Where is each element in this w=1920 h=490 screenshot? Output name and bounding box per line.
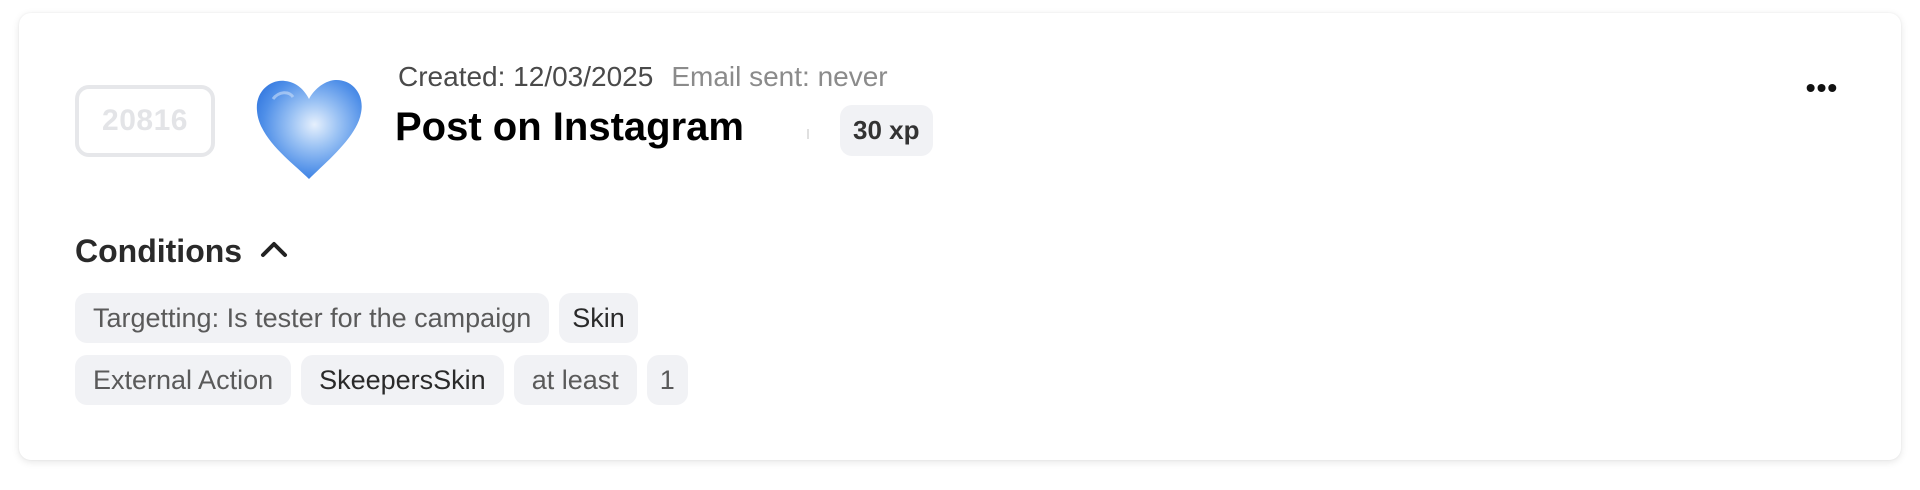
condition-chip-targetting: Targetting: Is tester for the campaign	[75, 293, 550, 343]
condition-chip-external-action: External Action	[75, 355, 292, 405]
conditions-toggle[interactable]: Conditions	[75, 233, 288, 270]
conditions-title: Conditions	[75, 233, 243, 269]
reward-title: Post on Instagram	[395, 105, 744, 149]
created-date: Created: 12/03/2025	[398, 61, 654, 92]
reward-meta-row: Created: 12/03/2025 Email sent: never	[398, 61, 888, 93]
condition-chip-skin: Skin	[559, 293, 638, 343]
condition-chip-count: 1	[646, 355, 688, 405]
condition-row: Targetting: Is tester for the campaign S…	[75, 293, 638, 343]
condition-row: External Action SkeepersSkin at least 1	[75, 355, 688, 405]
reward-id-badge: 20816	[75, 85, 215, 157]
chevron-up-icon	[260, 240, 288, 263]
more-options-button[interactable]: •••	[1794, 72, 1850, 103]
blue-heart-icon	[253, 77, 365, 185]
condition-chip-at-least: at least	[513, 355, 637, 405]
xp-badge: 30 xp	[840, 105, 933, 156]
separator	[807, 129, 809, 139]
condition-chip-skeepersskin: SkeepersSkin	[301, 355, 504, 405]
reward-card: 20816 Created: 12/03/2025 Email sent: ne…	[19, 13, 1901, 460]
email-sent-status: Email sent: never	[671, 61, 888, 92]
